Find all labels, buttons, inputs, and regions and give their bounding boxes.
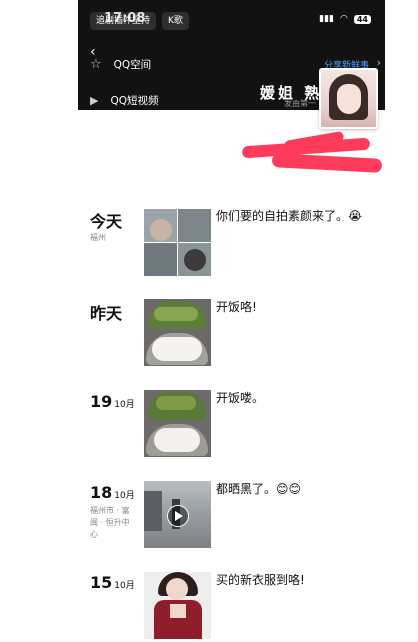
post-date: 19 10月 [90, 392, 135, 411]
post-location: 福州市 · 富闽 · 恒升中心 [90, 506, 130, 539]
avatar[interactable] [319, 68, 378, 129]
menu-item-label: QQ空间 [113, 58, 152, 71]
chevron-right-icon: › [376, 56, 381, 69]
menu-item-label: QQ短视频 [110, 94, 159, 107]
star-icon: ☆ [90, 56, 102, 72]
post-text: 买的新衣服到咯! [216, 573, 305, 587]
post-text: 都晒黑了。😊😊 [216, 482, 302, 496]
menu-item-qzone[interactable]: ☆ QQ空间 [90, 53, 151, 75]
video-thumbnail[interactable] [144, 481, 211, 548]
photo-grid-thumbnail[interactable] [144, 209, 211, 276]
play-icon[interactable] [167, 505, 189, 527]
profile-subtitle: 发由第一 [284, 99, 316, 108]
signal-icon: ▮▮▮ [319, 14, 334, 24]
karaoke-chip[interactable]: K歌 [162, 12, 189, 30]
post-text: 开饭咯! [216, 300, 257, 314]
post-date: 昨天 [90, 304, 123, 323]
post-date: 15 10月 [90, 573, 135, 592]
battery-icon: 44 [353, 14, 371, 24]
post-text: 你们要的自拍素颜来了。😭 [216, 209, 363, 223]
menu-item-short-video[interactable]: ▶ QQ短视频 [90, 89, 159, 110]
post-text: 开饭喽。 [216, 391, 265, 405]
post-date: 18 10月 [90, 483, 135, 502]
photo-thumbnail[interactable] [144, 390, 211, 457]
plugin-chip[interactable]: 追剧插件坚持 [90, 12, 157, 30]
video-icon: ▶ [90, 93, 99, 107]
photo-thumbnail[interactable] [144, 299, 211, 366]
wifi-icon: ◠ [340, 14, 348, 24]
photo-thumbnail[interactable] [144, 572, 211, 639]
post-date: 今天 [90, 212, 123, 231]
status-bar: 17:08 追剧插件坚持 K歌 ▮▮▮ ◠ 44 [78, 8, 385, 34]
redaction-scribble [271, 153, 383, 173]
post-location: 福州 [90, 233, 106, 242]
status-icons: ▮▮▮ ◠ 44 [319, 14, 371, 24]
